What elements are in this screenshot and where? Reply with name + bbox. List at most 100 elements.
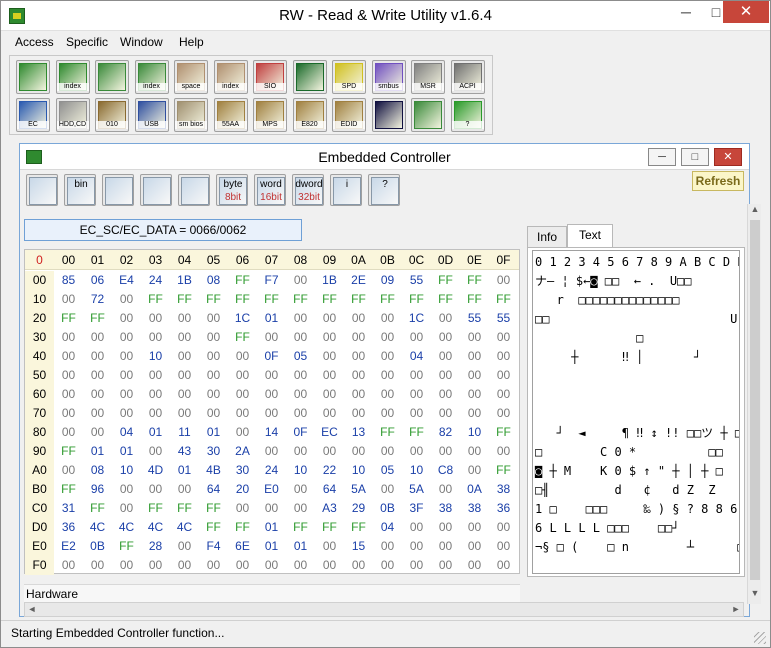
hex-cell[interactable]: 00 xyxy=(170,556,199,575)
hex-cell[interactable]: 10 xyxy=(112,461,141,480)
hex-cell[interactable]: FF xyxy=(344,290,373,309)
hex-cell[interactable]: 00 xyxy=(112,290,141,309)
hex-cell[interactable]: 00 xyxy=(54,404,83,423)
hex-cell[interactable]: 00 xyxy=(489,328,518,347)
hex-cell[interactable]: 00 xyxy=(315,537,344,556)
hex-cell[interactable]: 55 xyxy=(402,271,431,290)
hex-cell[interactable]: 00 xyxy=(286,328,315,347)
hex-cell[interactable]: 31 xyxy=(54,499,83,518)
hex-cell[interactable]: 00 xyxy=(286,480,315,499)
hex-cell[interactable]: 1C xyxy=(402,309,431,328)
hex-cell[interactable]: E4 xyxy=(112,271,141,290)
hex-cell[interactable]: 01 xyxy=(170,461,199,480)
hex-cell[interactable]: FF xyxy=(170,290,199,309)
memory-button[interactable] xyxy=(95,60,129,94)
hex-cell[interactable]: 00 xyxy=(112,328,141,347)
hex-cell[interactable]: 00 xyxy=(460,556,489,575)
dword-32bit-button[interactable]: dword 32bit xyxy=(292,174,324,206)
usb-button[interactable]: USB xyxy=(134,98,169,132)
binoculars-button[interactable] xyxy=(140,174,172,206)
hex-cell[interactable]: 22 xyxy=(315,461,344,480)
hex-cell[interactable]: EC xyxy=(315,423,344,442)
hex-cell[interactable]: 00 xyxy=(83,385,112,404)
hex-cell[interactable]: FF xyxy=(54,480,83,499)
hex-cell[interactable]: FF xyxy=(402,423,431,442)
hex-cell[interactable]: 00 xyxy=(286,499,315,518)
hex-cell[interactable]: 00 xyxy=(257,385,286,404)
hex-cell[interactable]: FF xyxy=(199,290,228,309)
compare-button[interactable] xyxy=(178,174,210,206)
hex-cell[interactable]: 00 xyxy=(402,385,431,404)
vertical-scroll-thumb[interactable] xyxy=(750,220,760,580)
scroll-left-icon[interactable]: ◄ xyxy=(25,603,39,616)
hex-cell[interactable]: 00 xyxy=(431,404,460,423)
hex-cell[interactable]: 00 xyxy=(373,537,402,556)
io-index-button[interactable]: index xyxy=(213,60,248,94)
hex-cell[interactable]: 00 xyxy=(112,347,141,366)
hex-cell[interactable]: 00 xyxy=(54,366,83,385)
hex-cell[interactable]: 3F xyxy=(402,499,431,518)
hex-cell[interactable]: 00 xyxy=(141,404,170,423)
hex-cell[interactable]: 36 xyxy=(54,518,83,537)
hex-cell[interactable]: 4C xyxy=(170,518,199,537)
hex-cell[interactable]: FF xyxy=(170,499,199,518)
hex-cell[interactable]: FF xyxy=(228,518,257,537)
hex-cell[interactable]: 00 xyxy=(286,271,315,290)
hex-cell[interactable]: 4D xyxy=(141,461,170,480)
hex-cell[interactable]: 29 xyxy=(344,499,373,518)
scroll-down-icon[interactable]: ▼ xyxy=(748,588,762,602)
pci-index-button[interactable]: index xyxy=(55,60,90,94)
tab-info[interactable]: Info xyxy=(527,226,567,248)
hex-cell[interactable]: 01 xyxy=(257,309,286,328)
hex-cell[interactable]: 00 xyxy=(112,480,141,499)
hex-cell[interactable]: 00 xyxy=(460,461,489,480)
hex-cell[interactable]: 00 xyxy=(228,499,257,518)
pci-button[interactable] xyxy=(16,60,50,94)
hex-cell[interactable]: 1B xyxy=(170,271,199,290)
hex-cell[interactable]: 00 xyxy=(83,423,112,442)
hex-cell[interactable]: 00 xyxy=(344,347,373,366)
hex-cell[interactable]: 00 xyxy=(112,309,141,328)
hex-cell[interactable]: 96 xyxy=(83,480,112,499)
hex-cell[interactable]: 00 xyxy=(373,309,402,328)
hex-cell[interactable]: 4B xyxy=(199,461,228,480)
smbus-button[interactable]: smbus xyxy=(371,60,406,94)
hex-cell[interactable]: FF xyxy=(489,423,518,442)
hex-cell[interactable]: FF xyxy=(199,499,228,518)
hex-cell[interactable]: 00 xyxy=(112,556,141,575)
hex-cell[interactable]: 00 xyxy=(54,290,83,309)
hex-cell[interactable]: 00 xyxy=(199,556,228,575)
hex-cell[interactable]: 00 xyxy=(199,366,228,385)
hex-cell[interactable]: 0A xyxy=(460,480,489,499)
hex-cell[interactable]: FF xyxy=(315,290,344,309)
hex-cell[interactable]: 00 xyxy=(112,385,141,404)
hex-cell[interactable]: 00 xyxy=(112,499,141,518)
hex-cell[interactable]: FF xyxy=(373,423,402,442)
hex-cell[interactable]: 28 xyxy=(141,537,170,556)
hex-cell[interactable]: FF xyxy=(228,271,257,290)
hex-cell[interactable]: 06 xyxy=(83,271,112,290)
hex-cell[interactable]: FF xyxy=(489,461,518,480)
hex-cell[interactable]: 55 xyxy=(460,309,489,328)
hex-cell[interactable]: 38 xyxy=(431,499,460,518)
help-button[interactable]: ? xyxy=(368,174,400,206)
hex-cell[interactable]: 15 xyxy=(344,537,373,556)
hex-cell[interactable]: 4C xyxy=(141,518,170,537)
hex-cell[interactable]: 00 xyxy=(170,480,199,499)
hex-cell[interactable]: 00 xyxy=(83,328,112,347)
hex-cell[interactable]: 43 xyxy=(170,442,199,461)
hex-cell[interactable]: 00 xyxy=(431,442,460,461)
hex-cell[interactable]: 00 xyxy=(141,366,170,385)
hex-cell[interactable]: FF xyxy=(199,518,228,537)
hex-cell[interactable]: FF xyxy=(54,309,83,328)
hex-cell[interactable]: 01 xyxy=(141,423,170,442)
scroll-right-icon[interactable]: ► xyxy=(729,603,743,616)
hex-cell[interactable]: 01 xyxy=(286,537,315,556)
hex-cell[interactable]: 00 xyxy=(141,442,170,461)
hex-cell[interactable]: 82 xyxy=(431,423,460,442)
hex-cell[interactable]: FF xyxy=(286,518,315,537)
hex-cell[interactable]: 00 xyxy=(170,366,199,385)
hex-cell[interactable]: 13 xyxy=(344,423,373,442)
hex-cell[interactable]: 00 xyxy=(402,556,431,575)
hex-cell[interactable]: 04 xyxy=(373,518,402,537)
